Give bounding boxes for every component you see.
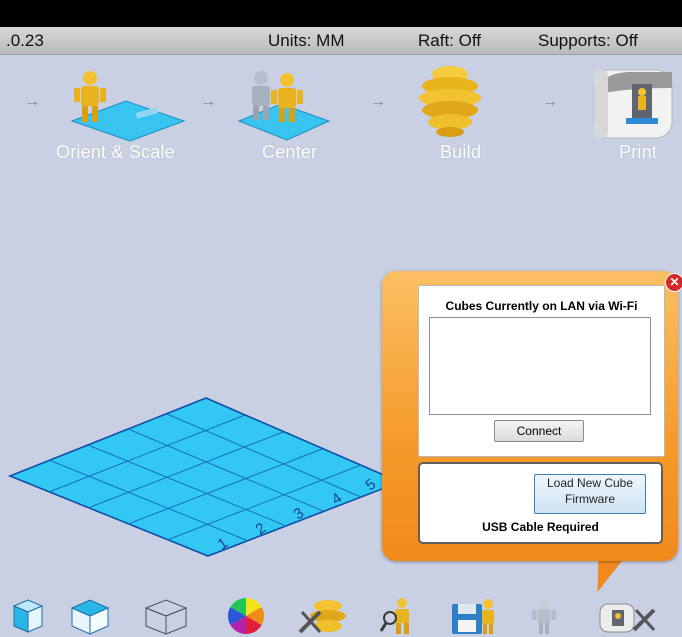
workflow-arrow: →: [542, 93, 558, 110]
view-front-icon[interactable]: [6, 596, 48, 636]
inspect-icon[interactable]: [378, 596, 424, 636]
color-wheel-icon[interactable]: [222, 596, 270, 636]
workflow-step-label: Build: [440, 142, 482, 162]
lan-panel: Cubes Currently on LAN via Wi-Fi Connect: [418, 285, 665, 457]
connect-button[interactable]: Connect: [494, 420, 584, 442]
lan-panel-title: Cubes Currently on LAN via Wi-Fi: [445, 299, 638, 313]
figure-icon[interactable]: [526, 596, 562, 636]
usb-panel: Load New Cube Firmware USB Cable Require…: [418, 462, 663, 544]
build-settings-icon[interactable]: [294, 596, 352, 636]
view-top-icon[interactable]: [66, 596, 114, 636]
workflow-step-label: Print: [619, 142, 658, 162]
printer-settings-icon[interactable]: [596, 596, 660, 636]
workflow-step-label: Orient & Scale: [56, 142, 175, 162]
save-icon[interactable]: [450, 596, 502, 636]
view-wireframe-icon[interactable]: [140, 596, 190, 636]
center-icon: [237, 71, 331, 141]
orient-scale-icon: [70, 71, 186, 142]
workflow-arrow: →: [200, 93, 216, 110]
workflow-arrow: →: [24, 93, 40, 110]
raft-setting[interactable]: Raft: Off: [418, 31, 481, 51]
version-label: .0.23: [6, 31, 44, 50]
workflow-arrow: →: [370, 93, 386, 110]
lan-cube-list[interactable]: [429, 317, 651, 415]
load-firmware-button[interactable]: Load New Cube Firmware: [534, 474, 646, 514]
close-icon[interactable]: ✕: [665, 273, 682, 292]
window-top-bar: [0, 0, 682, 27]
build-icon: [419, 66, 481, 137]
firmware-button-line1: Load New Cube: [546, 476, 634, 490]
build-plate[interactable]: 1 2 3 4 5: [0, 390, 420, 570]
usb-required-note: USB Cable Required: [482, 520, 599, 534]
supports-setting[interactable]: Supports: Off: [538, 31, 638, 51]
firmware-button-line2: Firmware: [565, 492, 615, 506]
status-bar: .0.23 Units: MM Raft: Off Supports: Off: [0, 27, 682, 55]
units-setting[interactable]: Units: MM: [268, 31, 345, 51]
workflow-step-label: Center: [262, 142, 318, 162]
printer-icon: [593, 69, 673, 139]
